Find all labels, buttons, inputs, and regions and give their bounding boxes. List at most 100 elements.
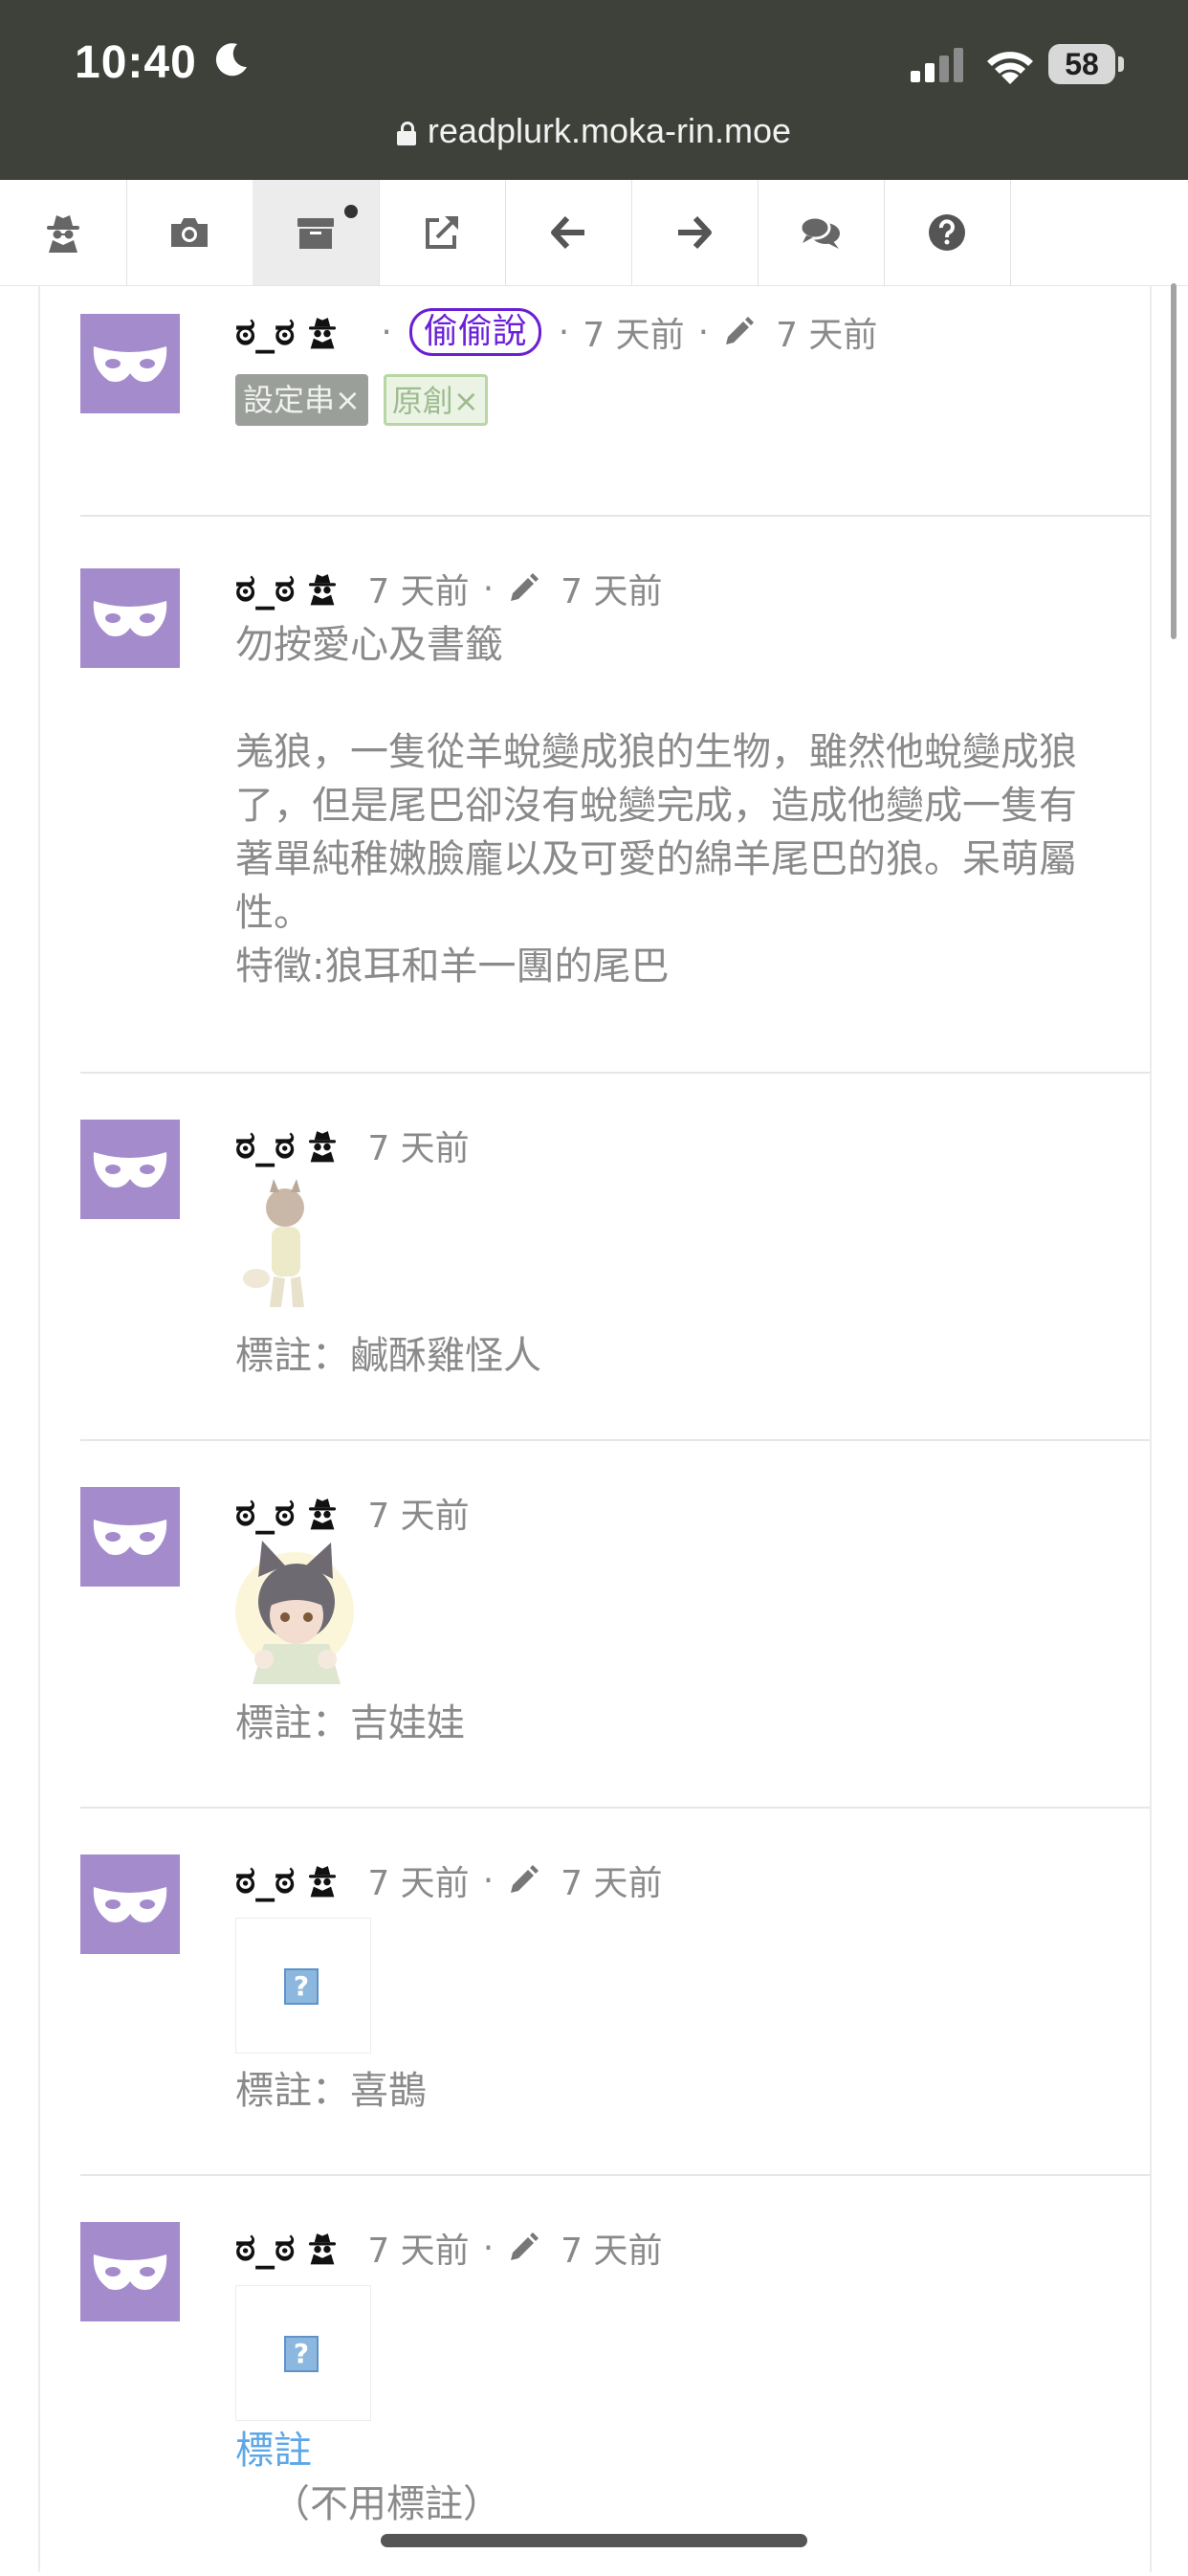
spy-icon (309, 1866, 337, 1898)
comments-button[interactable] (758, 180, 885, 285)
pencil-icon (511, 2232, 539, 2260)
username[interactable]: ಠ_ಠ (235, 310, 295, 354)
image-caption: 標註：喜鵲 (235, 2069, 427, 2113)
spy-icon (309, 2233, 337, 2265)
post-meta: ಠ_ಠ 7 天前 · 7 天前 (235, 2224, 663, 2272)
content-paragraph (235, 672, 1096, 725)
mask-icon (93, 346, 167, 382)
posted-time: 7 天前 (367, 572, 470, 611)
avatar[interactable] (80, 1854, 180, 1954)
pencil-icon (726, 317, 755, 344)
post-item: ಠ_ಠ 7 天前 · 7 天前 ? 標註：喜鵲 (80, 1807, 1150, 2176)
avatar[interactable] (80, 2222, 180, 2321)
posted-time: 7 天前 (367, 1129, 470, 1168)
camera-button[interactable] (126, 180, 253, 285)
edited-time: 7 天前 (776, 316, 878, 355)
spy-icon (309, 1131, 337, 1163)
character-image-thumbnail[interactable] (235, 1541, 360, 1684)
spy-icon (47, 215, 79, 253)
spy-icon (309, 318, 337, 349)
mask-icon (93, 2254, 167, 2290)
home-indicator[interactable] (381, 2534, 807, 2547)
forward-button[interactable] (631, 180, 759, 285)
arrow-left-icon (551, 215, 584, 250)
wifi-icon (987, 52, 1033, 84)
moon-icon (215, 43, 247, 77)
avatar[interactable] (80, 1120, 180, 1219)
broken-image[interactable]: ? (235, 1918, 371, 2054)
content-paragraph: 特徵:狼耳和羊一團的尾巴 (235, 944, 670, 988)
archive-icon (297, 218, 334, 249)
archive-button[interactable] (253, 180, 380, 285)
whisper-badge: 偷偷說 (408, 308, 541, 356)
arrow-right-icon (678, 215, 712, 250)
username[interactable]: ಠ_ಠ (235, 1491, 295, 1535)
content-paragraph: 勿按愛心及書籤 (235, 623, 503, 667)
broken-image[interactable]: ? (235, 2285, 371, 2421)
edited-time: 7 天前 (561, 2232, 663, 2271)
tag-list: 設定串× 原創× (235, 374, 488, 426)
username[interactable]: ಠ_ಠ (235, 1123, 295, 1167)
post-meta: ಠ_ಠ 7 天前 (235, 1489, 470, 1537)
image-caption: 標註：鹹酥雞怪人 (235, 1334, 541, 1378)
external-link-icon (426, 216, 458, 249)
caption-link[interactable]: 標註 (235, 2419, 312, 2475)
battery-icon: 58 (1048, 44, 1125, 86)
posted-time: 7 天前 (367, 2232, 470, 2271)
address-bar[interactable]: readplurk.moka-rin.moe (0, 111, 1188, 151)
mask-icon (93, 1152, 167, 1188)
post-item: ಠ_ಠ 7 天前 · 7 天前 ? 標註 （不用標註） (80, 2174, 1150, 2576)
post-content: 勿按愛心及書籤 羗狼，一隻從羊蛻變成狼的生物，雖然他蛻變成狼了，但是尾巴卻沒有蛻… (235, 618, 1096, 993)
pencil-icon (511, 573, 539, 601)
help-icon (929, 214, 965, 251)
plurk-response-list: ಠ_ಠ · 偷偷說 · 7 天前 · 7 天前 設定串× 原創× ಠ_ಠ 7 天… (38, 285, 1152, 2572)
content-paragraph: 羗狼，一隻從羊蛻變成狼的生物，雖然他蛻變成狼了，但是尾巴卻沒有蛻變完成，造成他變… (235, 730, 1077, 935)
toolbar (0, 180, 1188, 286)
caption-note: （不用標註） (272, 2482, 501, 2526)
tag-original[interactable]: 原創× (383, 374, 488, 426)
posted-time: 7 天前 (367, 1497, 470, 1536)
clock: 10:40 (75, 37, 197, 88)
mask-icon (93, 1520, 167, 1555)
signal-icon (911, 48, 963, 82)
post-item: ಠ_ಠ 7 天前 · 7 天前 勿按愛心及書籤 羗狼，一隻從羊蛻變成狼的生物，雖… (80, 515, 1150, 1074)
camera-icon (171, 218, 208, 247)
posted-time: 7 天前 (367, 1864, 470, 1903)
spy-icon (309, 1499, 337, 1530)
username[interactable]: ಠ_ಠ (235, 1858, 295, 1902)
character-image-thumbnail[interactable] (235, 1179, 341, 1313)
avatar[interactable] (80, 314, 180, 413)
image-caption: 標註：吉娃娃 (235, 1701, 465, 1745)
back-button[interactable] (505, 180, 632, 285)
comments-icon (799, 215, 840, 249)
avatar[interactable] (80, 1487, 180, 1587)
url-text: readplurk.moka-rin.moe (427, 111, 792, 150)
post-meta: ಠ_ಠ · 偷偷說 · 7 天前 · 7 天前 (235, 308, 877, 356)
post-item: ಠ_ಠ · 偷偷說 · 7 天前 · 7 天前 設定串× 原創× (80, 285, 1150, 517)
username[interactable]: ಠ_ಠ (235, 566, 295, 611)
tag-setting-thread[interactable]: 設定串× (235, 374, 368, 426)
broken-image-icon: ? (284, 1968, 319, 2005)
notification-dot (344, 205, 358, 218)
help-button[interactable] (884, 180, 1011, 285)
battery-level: 58 (1065, 47, 1099, 81)
broken-image-icon: ? (284, 2336, 319, 2372)
posted-time: 7 天前 (583, 316, 685, 355)
username[interactable]: ಠ_ಠ (235, 2226, 295, 2270)
edited-time: 7 天前 (561, 572, 663, 611)
scrollbar[interactable] (1171, 283, 1177, 639)
spy-icon (309, 574, 337, 606)
post-item: ಠ_ಠ 7 天前 標註：吉娃娃 (80, 1439, 1150, 1809)
mask-icon (93, 601, 167, 636)
mask-icon (93, 1887, 167, 1922)
lock-icon (396, 122, 416, 145)
post-meta: ಠ_ಠ 7 天前 · 7 天前 (235, 1856, 663, 1904)
avatar[interactable] (80, 568, 180, 668)
external-link-button[interactable] (379, 180, 506, 285)
spy-button[interactable] (0, 180, 127, 285)
edited-time: 7 天前 (561, 1864, 663, 1903)
status-bar: 10:40 58 readplurk.moka-rin.moe (0, 0, 1188, 180)
post-meta: ಠ_ಠ 7 天前 · 7 天前 (235, 565, 663, 612)
pencil-icon (511, 1865, 539, 1893)
post-meta: ಠ_ಠ 7 天前 (235, 1121, 470, 1169)
